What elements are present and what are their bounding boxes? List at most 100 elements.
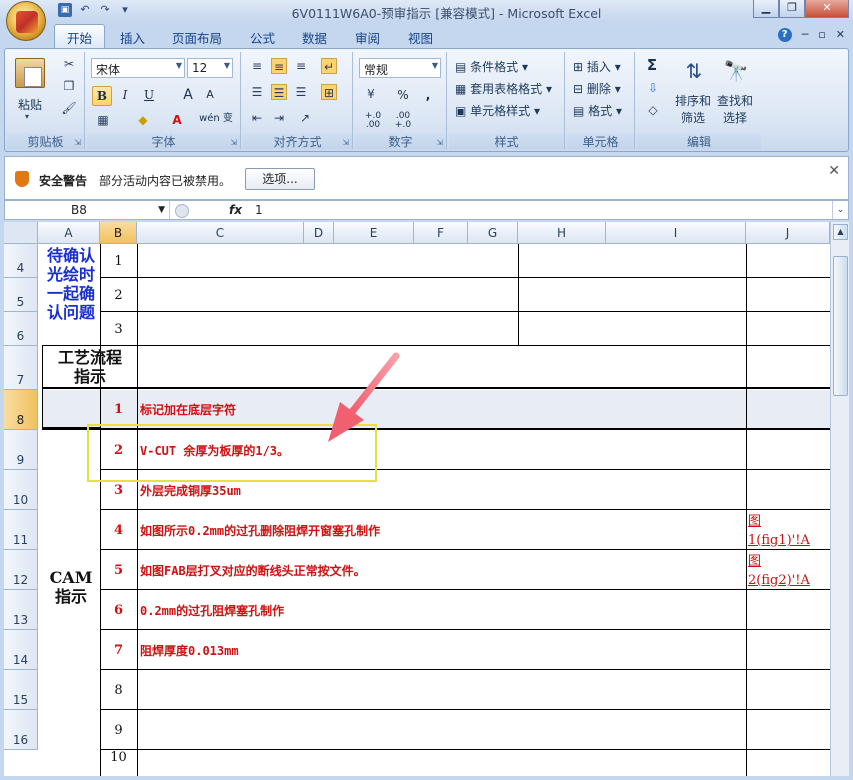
find-select-button[interactable]: 查找和 选择 — [717, 92, 753, 126]
paste-button[interactable]: 粘贴 — [7, 96, 53, 113]
grow-font-button[interactable]: A — [179, 86, 197, 106]
cam-item-number[interactable]: 5 — [100, 550, 137, 590]
minimize-icon[interactable]: ▁ — [753, 0, 779, 18]
cam-item-text[interactable]: 0.2mm的过孔阻焊塞孔制作 — [140, 590, 740, 630]
figure-link[interactable]: 图 2(fig2)'!A — [748, 550, 830, 590]
row-header-10[interactable]: 10 — [4, 470, 38, 510]
cam-item-text[interactable]: 如图FAB层打叉对应的断线头正常按文件。 — [140, 550, 740, 590]
underline-button[interactable]: U — [139, 86, 159, 106]
font-size-combo[interactable]: 12 ▼ — [187, 58, 233, 78]
pending-item-number[interactable]: 1 — [100, 244, 137, 278]
decrease-decimal-button[interactable]: .00 +.0 — [389, 112, 417, 132]
row-header-5[interactable]: 5 — [4, 278, 38, 312]
copy-icon[interactable]: ❐ — [61, 78, 77, 94]
tab-data[interactable]: 数据 — [302, 28, 327, 47]
format-cells-button[interactable]: ▤ 格式 ▾ — [573, 102, 622, 119]
ribbon-close-icon[interactable]: ✕ — [836, 28, 845, 42]
help-icon[interactable]: ? — [777, 28, 792, 42]
row-header-15[interactable]: 15 — [4, 670, 38, 710]
accounting-format-icon[interactable]: ¥ — [363, 86, 379, 102]
cam-item-number[interactable]: 7 — [100, 630, 137, 670]
cam-item-number[interactable]: 8 — [100, 670, 137, 710]
tab-review[interactable]: 审阅 — [355, 28, 380, 47]
row-header-13[interactable]: 13 — [4, 590, 38, 630]
close-icon[interactable]: ✕ — [805, 0, 849, 18]
restore-icon[interactable]: ❐ — [779, 0, 805, 18]
clear-icon[interactable]: ◇ — [645, 102, 661, 118]
font-color-icon[interactable]: A — [169, 112, 185, 128]
insert-cells-button[interactable]: ⊞ 插入 ▾ — [573, 58, 621, 75]
insert-function-icon[interactable]: fx — [229, 201, 242, 219]
shrink-font-button[interactable]: A — [201, 86, 219, 106]
cam-item-text[interactable]: 标记加在底层字符 — [140, 390, 740, 428]
pending-item-number[interactable]: 3 — [100, 312, 137, 346]
column-header-i[interactable]: I — [606, 222, 746, 244]
font-launcher-icon[interactable]: ⇲ — [230, 138, 237, 147]
cam-item-number[interactable]: 6 — [100, 590, 137, 630]
align-top-icon[interactable]: ≡ — [249, 58, 265, 74]
worksheet[interactable]: A B C D E F G H I J 4 5 6 7 8 9 10 11 12… — [4, 222, 830, 776]
column-header-g[interactable]: G — [468, 222, 518, 244]
row-header-7[interactable]: 7 — [4, 346, 38, 390]
pending-item-number[interactable]: 2 — [100, 278, 137, 312]
conditional-format-button[interactable]: ▤ 条件格式 ▾ — [455, 58, 528, 75]
name-box[interactable]: B8 ▼ — [5, 201, 170, 219]
comma-button[interactable]: , — [421, 86, 435, 106]
fill-down-icon[interactable]: ⇩ — [645, 80, 661, 96]
row-header-6[interactable]: 6 — [4, 312, 38, 346]
cam-item-number[interactable]: 1 — [100, 390, 137, 428]
select-all-corner[interactable] — [4, 222, 38, 244]
security-options-button[interactable]: 选项... — [245, 168, 315, 190]
column-header-f[interactable]: F — [414, 222, 468, 244]
number-launcher-icon[interactable]: ⇲ — [436, 138, 443, 147]
column-header-d[interactable]: D — [304, 222, 334, 244]
column-header-h[interactable]: H — [518, 222, 606, 244]
cam-item-number[interactable]: 10 — [100, 750, 137, 776]
italic-button[interactable]: I — [115, 86, 135, 106]
align-right-icon[interactable]: ☰ — [293, 84, 309, 100]
column-header-e[interactable]: E — [334, 222, 414, 244]
scroll-up-icon[interactable]: ▲ — [833, 224, 848, 240]
close-icon[interactable]: ✕ — [828, 163, 840, 179]
align-bottom-icon[interactable]: ≡ — [293, 58, 309, 74]
increase-indent-icon[interactable]: ⇥ — [271, 110, 287, 126]
tab-view[interactable]: 视图 — [408, 28, 433, 47]
column-header-a[interactable]: A — [38, 222, 100, 244]
column-header-c[interactable]: C — [137, 222, 304, 244]
figure-link[interactable]: 图 1(fig1)'!A — [748, 510, 830, 550]
cam-item-text[interactable]: 阻焊厚度0.013mm — [140, 630, 740, 670]
ribbon-minimize-icon[interactable]: ─ — [802, 28, 809, 42]
align-left-icon[interactable]: ☰ — [249, 84, 265, 100]
bold-button[interactable]: B — [92, 86, 112, 106]
row-header-14[interactable]: 14 — [4, 630, 38, 670]
align-middle-icon[interactable]: ≡ — [271, 58, 287, 74]
format-painter-icon[interactable]: 🖌 — [61, 100, 77, 116]
column-header-b[interactable]: B — [100, 222, 137, 244]
cancel-icon[interactable] — [175, 203, 189, 218]
process-instruction-title[interactable]: 工艺流程 指示 — [42, 346, 138, 388]
row-header-9[interactable]: 9 — [4, 430, 38, 470]
orientation-icon[interactable]: ↗ — [297, 110, 313, 126]
expand-formula-icon[interactable]: ⌄ — [832, 201, 848, 219]
borders-icon[interactable]: ▦ — [95, 112, 111, 128]
cam-item-text[interactable]: 如图所示0.2mm的过孔删除阻焊开窗塞孔制作 — [140, 510, 740, 550]
tab-page-layout[interactable]: 页面布局 — [172, 28, 222, 47]
scroll-thumb[interactable] — [833, 256, 848, 396]
cut-icon[interactable]: ✂ — [61, 56, 77, 72]
decrease-indent-icon[interactable]: ⇤ — [249, 110, 265, 126]
tab-formulas[interactable]: 公式 — [250, 28, 275, 47]
column-header-j[interactable]: J — [746, 222, 830, 244]
number-format-combo[interactable]: 常规 ▼ — [359, 58, 441, 78]
merge-center-icon[interactable]: ⊞ — [321, 84, 337, 100]
autosum-button[interactable]: Σ — [643, 56, 661, 76]
office-button[interactable] — [6, 1, 46, 41]
paste-icon[interactable] — [15, 58, 45, 88]
cam-instruction-label[interactable]: CAM 指示 — [42, 562, 100, 612]
delete-cells-button[interactable]: ⊟ 删除 ▾ — [573, 80, 621, 97]
cam-item-number[interactable]: 4 — [100, 510, 137, 550]
ribbon-restore-icon[interactable]: ▫ — [818, 28, 825, 42]
row-header-4[interactable]: 4 — [4, 244, 38, 278]
sort-filter-button[interactable]: 排序和 筛选 — [675, 92, 711, 126]
clipboard-launcher-icon[interactable]: ⇲ — [74, 138, 81, 147]
row-header-12[interactable]: 12 — [4, 550, 38, 590]
